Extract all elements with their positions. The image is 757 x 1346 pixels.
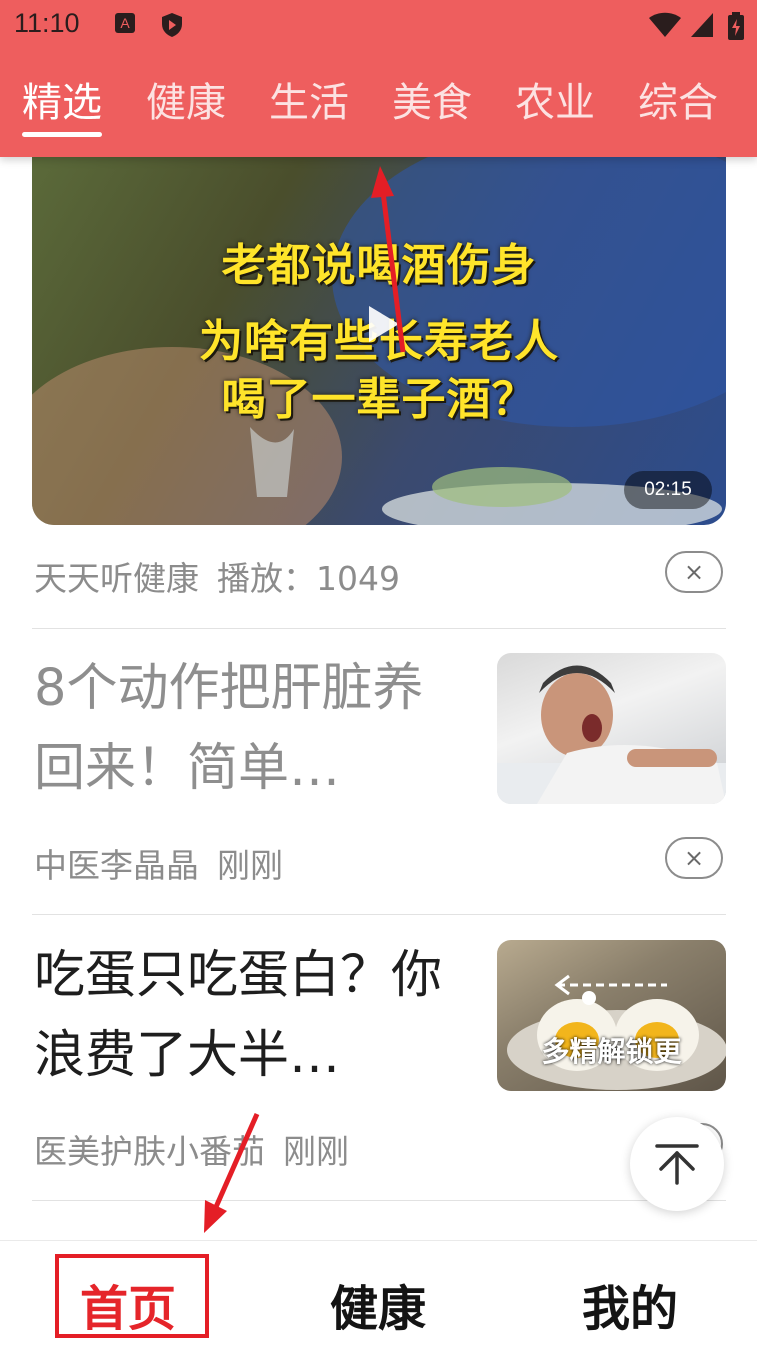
video-caption-line-3: 喝了一辈子酒？ bbox=[221, 374, 537, 425]
video-meta: 天天听健康 播放：1049 bbox=[34, 552, 400, 600]
status-time: 11:10 bbox=[14, 8, 80, 38]
tab-food[interactable]: 美食 bbox=[392, 70, 472, 128]
dismiss-video-button[interactable]: × bbox=[665, 551, 723, 593]
tab-general[interactable]: 综合 bbox=[638, 70, 718, 128]
close-icon: × bbox=[683, 558, 705, 586]
thumbnail-overlay-text: 多精解锁更 bbox=[541, 1035, 682, 1068]
app-notification-icon: A bbox=[115, 13, 135, 33]
status-bar: 11:10 A bbox=[0, 0, 757, 52]
svg-text:A: A bbox=[120, 15, 130, 31]
nav-health[interactable]: 健康 bbox=[330, 1269, 426, 1339]
divider bbox=[32, 628, 726, 629]
tab-life[interactable]: 生活 bbox=[269, 70, 349, 128]
article-title-3-partial[interactable]: 越减越胖，减减停了多 bbox=[34, 1225, 544, 1240]
article-source-1: 中医李晶晶 bbox=[34, 846, 199, 885]
tab-agriculture[interactable]: 农业 bbox=[515, 70, 595, 128]
video-source: 天天听健康 bbox=[34, 559, 199, 598]
article-time-1: 刚刚 bbox=[217, 846, 283, 885]
shield-icon bbox=[162, 13, 182, 37]
tab-health[interactable]: 健康 bbox=[146, 70, 226, 128]
news-feed[interactable]: 老都说喝酒伤身 为啥有些长寿老人 喝了一辈子酒？ 02:15 天天听健康 播放：1… bbox=[0, 157, 757, 1240]
active-tab-indicator bbox=[22, 132, 102, 137]
article-thumbnail-1[interactable] bbox=[497, 653, 726, 804]
yawning-man-image bbox=[497, 665, 726, 804]
arrow-up-to-top-icon bbox=[655, 1144, 699, 1185]
battery-icon bbox=[728, 12, 744, 40]
bottom-navigation: 首页 健康 我的 bbox=[0, 1240, 757, 1346]
divider bbox=[32, 914, 726, 915]
dismiss-article-1-button[interactable]: × bbox=[665, 837, 723, 879]
signal-icon bbox=[691, 13, 713, 37]
nav-mine[interactable]: 我的 bbox=[582, 1269, 678, 1339]
article-meta-1: 中医李晶晶 刚刚 bbox=[34, 839, 283, 887]
article-thumbnail-2[interactable]: 多精解锁更 bbox=[497, 940, 726, 1091]
top-header: 11:10 A 精选 健康 生活 美食 农业 综合 bbox=[0, 0, 757, 157]
wifi-icon bbox=[649, 12, 681, 37]
article-title-2[interactable]: 吃蛋只吃蛋白？你浪费了大半… bbox=[34, 936, 454, 1096]
article-meta-2: 医美护肤小番茄 刚刚 bbox=[34, 1125, 349, 1173]
video-thumbnail[interactable]: 老都说喝酒伤身 为啥有些长寿老人 喝了一辈子酒？ 02:15 bbox=[32, 157, 726, 525]
article-time-2: 刚刚 bbox=[283, 1132, 349, 1171]
article-source-2: 医美护肤小番茄 bbox=[34, 1132, 265, 1171]
close-icon: × bbox=[683, 844, 705, 872]
back-to-top-button[interactable] bbox=[630, 1117, 724, 1211]
video-play-count: 播放：1049 bbox=[217, 559, 400, 598]
annotation-highlight-box bbox=[55, 1254, 209, 1338]
video-duration: 02:15 bbox=[624, 471, 712, 509]
divider bbox=[32, 1200, 726, 1201]
video-caption-line-1: 老都说喝酒伤身 bbox=[221, 240, 537, 291]
play-icon[interactable] bbox=[363, 304, 403, 344]
tab-featured[interactable]: 精选 bbox=[22, 70, 102, 128]
category-tabs: 精选 健康 生活 美食 农业 综合 bbox=[0, 70, 757, 140]
article-title-1[interactable]: 8个动作把肝脏养回来！简单… bbox=[34, 649, 454, 809]
